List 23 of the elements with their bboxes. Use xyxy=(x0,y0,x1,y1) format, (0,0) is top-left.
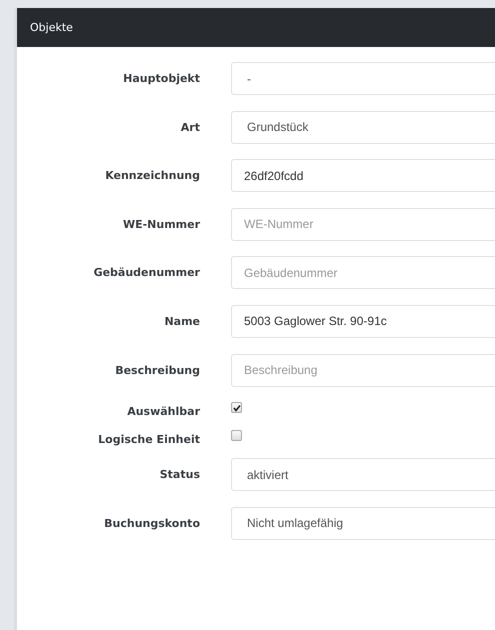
panel-title: Objekte xyxy=(30,21,73,34)
field-label: WE-Nummer xyxy=(122,218,200,231)
select-field[interactable]: aktiviert xyxy=(231,458,495,492)
field-label: Name xyxy=(163,314,200,328)
field-label: Gebäudenummer xyxy=(92,266,200,280)
input-field[interactable]: 5003 Gaglower Str. 90-91c xyxy=(231,304,495,338)
input-field[interactable]: Beschreibung xyxy=(231,354,495,387)
select-field[interactable]: Nicht umlagefähig xyxy=(231,506,495,540)
field-label: Kennzeichnung xyxy=(104,169,200,182)
select-field[interactable]: - xyxy=(231,62,495,95)
input-field[interactable]: Gebäudenummer xyxy=(231,256,495,290)
field-label: Status xyxy=(158,468,200,482)
input-field[interactable]: 26df20fcdd xyxy=(231,159,495,192)
checkbox[interactable] xyxy=(231,430,242,442)
field-label: Auswählbar xyxy=(126,404,200,418)
field-label: Logische Einheit xyxy=(97,432,200,446)
field-label: Art xyxy=(180,120,200,134)
input-field[interactable]: WE-Nummer xyxy=(231,208,495,241)
checkbox[interactable] xyxy=(231,402,242,414)
field-label: Buchungskonto xyxy=(103,516,200,530)
field-label: Hauptobjekt xyxy=(122,72,200,85)
field-label: Beschreibung xyxy=(114,364,200,377)
select-field[interactable]: Grundstück xyxy=(231,110,495,144)
